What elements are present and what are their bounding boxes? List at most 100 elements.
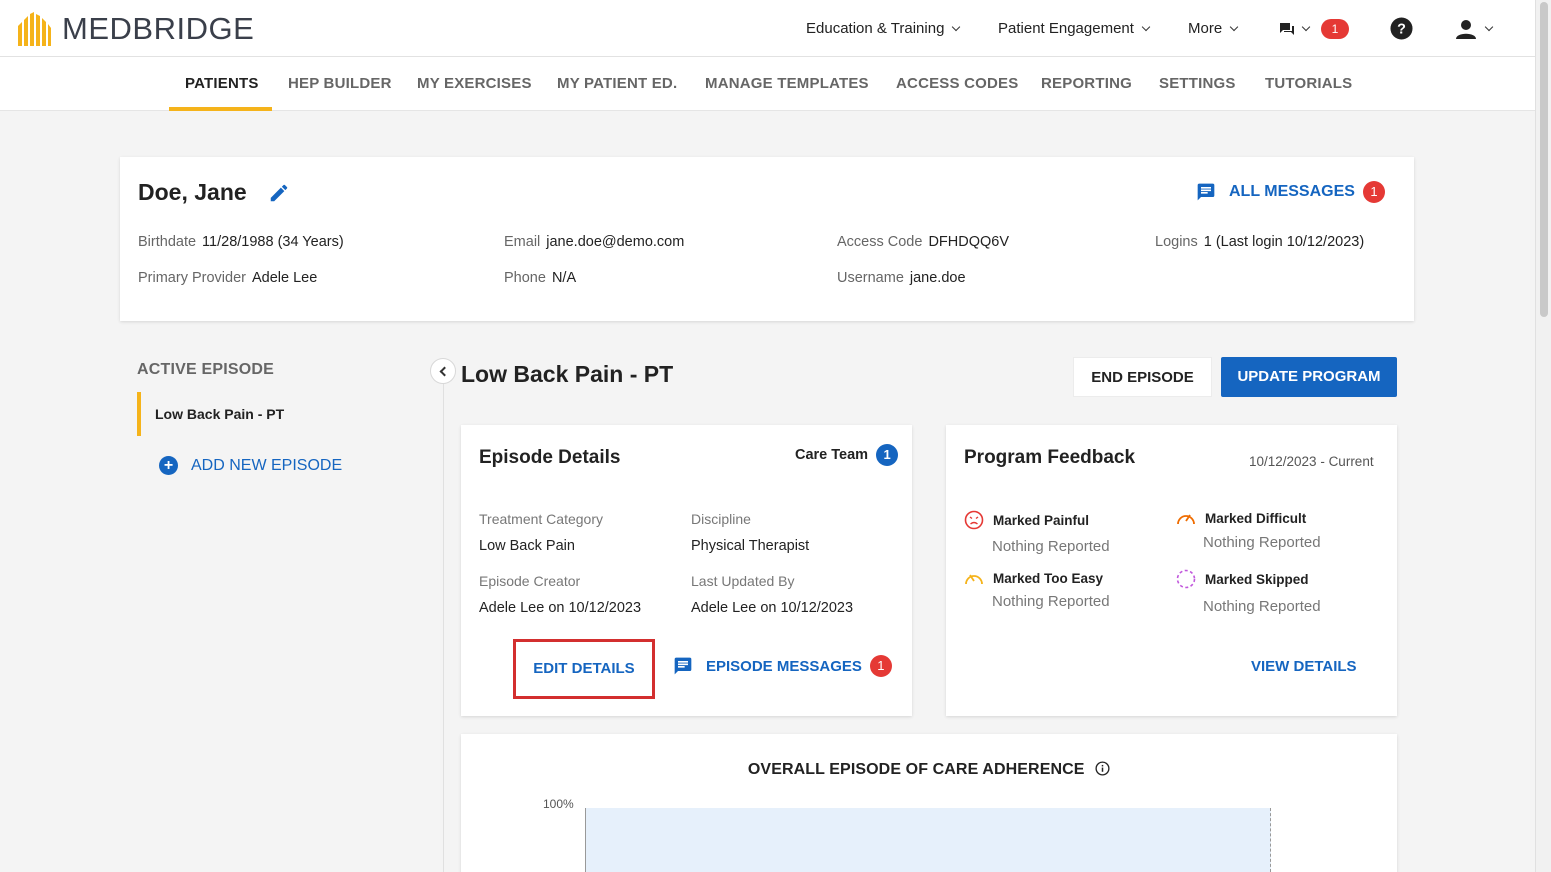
gauge-low-icon xyxy=(965,574,983,585)
messages-count-badge: 1 xyxy=(1321,18,1349,39)
last-updated-value: Adele Lee on 10/12/2023 xyxy=(691,600,854,616)
add-new-episode-button[interactable]: + ADD NEW EPISODE xyxy=(159,456,342,475)
discipline-value: Physical Therapist xyxy=(691,538,810,554)
episode-creator-label: Episode Creator xyxy=(479,573,581,589)
tab-tutorials[interactable]: TUTORIALS xyxy=(1265,57,1352,111)
username-field: Username jane.doe xyxy=(837,270,966,286)
tab-settings[interactable]: SETTINGS xyxy=(1159,57,1236,111)
message-icon xyxy=(1197,183,1215,201)
user-menu[interactable] xyxy=(1456,0,1494,57)
edit-details-button[interactable]: EDIT DETAILS xyxy=(513,639,655,699)
discipline-label: Discipline xyxy=(691,511,751,527)
main-tabs: PATIENTS HEP BUILDER MY EXERCISES MY PAT… xyxy=(0,57,1535,111)
chevron-down-icon xyxy=(1484,22,1494,31)
episode-title: Low Back Pain - PT xyxy=(461,361,674,387)
tab-patients[interactable]: PATIENTS xyxy=(185,57,259,111)
tab-manage-templates[interactable]: MANAGE TEMPLATES xyxy=(705,57,869,111)
episode-messages-count: 1 xyxy=(869,655,892,677)
chevron-down-icon xyxy=(1301,22,1311,31)
message-icon xyxy=(674,657,692,675)
episode-creator-value: Adele Lee on 10/12/2023 xyxy=(479,600,642,616)
birthdate-label: Birthdate xyxy=(138,234,197,250)
help-icon: ? xyxy=(1390,17,1413,40)
treatment-category-value: Low Back Pain xyxy=(479,538,575,554)
episode-messages-link[interactable]: EPISODE MESSAGES 1 xyxy=(673,655,892,677)
scrollbar-thumb[interactable] xyxy=(1540,2,1548,317)
patient-info-card: Doe, Jane ALL MESSAGES 1 Birthdate 11/28/… xyxy=(120,157,1414,321)
end-episode-button[interactable]: END EPISODE xyxy=(1073,357,1212,397)
episode-list-item-label: Low Back Pain - PT xyxy=(155,406,285,422)
medbridge-logo-icon xyxy=(18,12,51,46)
plus-icon: + xyxy=(159,456,178,475)
sad-face-icon xyxy=(964,510,984,530)
tab-reporting[interactable]: REPORTING xyxy=(1041,57,1132,111)
birthdate-value: 11/28/1988 (34 Years) xyxy=(202,234,344,250)
chevron-left-icon xyxy=(439,366,450,377)
episode-messages-label: EPISODE MESSAGES xyxy=(706,657,862,675)
care-team-count: 1 xyxy=(876,444,899,466)
nav-engagement-label: Patient Engagement xyxy=(998,20,1134,37)
add-new-episode-label: ADD NEW EPISODE xyxy=(191,456,343,474)
nav-more-label: More xyxy=(1188,20,1223,37)
treatment-category-label: Treatment Category xyxy=(479,511,603,527)
marked-painful-value: Nothing Reported xyxy=(992,538,1110,555)
provider-field: Primary Provider Adele Lee xyxy=(138,270,317,286)
active-tab-indicator xyxy=(169,107,272,111)
feedback-date-range: 10/12/2023 - Current xyxy=(1249,454,1374,469)
nav-education-label: Education & Training xyxy=(806,20,945,37)
access-code-value: DFHDQQ6V xyxy=(928,234,1010,250)
top-header: MEDBRIDGE Education & Training Patient E… xyxy=(0,0,1535,57)
gauge-high-icon xyxy=(1177,514,1195,525)
marked-painful-item: Marked Painful xyxy=(964,510,1089,530)
all-messages-label: ALL MESSAGES xyxy=(1229,183,1355,200)
adherence-title: OVERALL EPISODE OF CARE ADHERENCE xyxy=(747,761,1085,778)
nav-education-training[interactable]: Education & Training xyxy=(806,0,961,57)
logins-field: Logins 1 (Last login 10/12/2023) xyxy=(1155,234,1364,250)
collapse-sidebar-button[interactable] xyxy=(430,358,456,384)
medbridge-logo[interactable]: MEDBRIDGE xyxy=(16,11,254,47)
marked-difficult-item: Marked Difficult xyxy=(1176,509,1306,527)
logins-value: 1 (Last login 10/12/2023) xyxy=(1203,234,1365,250)
phone-value: N/A xyxy=(551,270,577,286)
update-program-button[interactable]: UPDATE PROGRAM xyxy=(1221,357,1397,397)
tab-access-codes[interactable]: ACCESS CODES xyxy=(896,57,1018,111)
chevron-down-icon xyxy=(1141,22,1151,31)
chat-icon xyxy=(1280,22,1294,35)
tab-hep-builder[interactable]: HEP BUILDER xyxy=(288,57,392,111)
column-divider xyxy=(443,380,444,872)
marked-too-easy-label: Marked Too Easy xyxy=(993,570,1104,586)
patient-name: Doe, Jane xyxy=(138,179,247,205)
marked-difficult-label: Marked Difficult xyxy=(1205,510,1307,526)
marked-too-easy-value: Nothing Reported xyxy=(992,593,1110,610)
nav-more[interactable]: More xyxy=(1188,0,1239,57)
username-value: jane.doe xyxy=(909,270,966,286)
messages-menu[interactable]: 1 xyxy=(1279,0,1349,57)
all-messages-count: 1 xyxy=(1362,181,1385,203)
help-button[interactable]: ? xyxy=(1390,0,1413,57)
email-value: jane.doe@demo.com xyxy=(546,234,685,250)
episode-details-title: Episode Details xyxy=(479,447,621,468)
access-code-label: Access Code xyxy=(837,234,923,250)
view-details-link[interactable]: VIEW DETAILS xyxy=(1251,658,1357,675)
brand-name: MEDBRIDGE xyxy=(62,11,255,46)
chevron-down-icon xyxy=(1229,22,1239,31)
program-feedback-card: Program Feedback 10/12/2023 - Current Ma… xyxy=(946,425,1397,716)
marked-skipped-item: Marked Skipped xyxy=(1176,569,1309,589)
edit-pencil-icon[interactable] xyxy=(268,182,290,204)
page-scrollbar[interactable] xyxy=(1535,0,1551,872)
birthdate-field: Birthdate 11/28/1988 (34 Years) xyxy=(138,234,344,250)
care-team-link[interactable]: Care Team 1 xyxy=(795,444,899,466)
active-episode-heading: ACTIVE EPISODE xyxy=(137,361,275,378)
nav-patient-engagement[interactable]: Patient Engagement xyxy=(998,0,1151,57)
tab-my-exercises[interactable]: MY EXERCISES xyxy=(417,57,532,111)
info-icon[interactable] xyxy=(1095,761,1110,776)
tab-my-patient-ed[interactable]: MY PATIENT ED. xyxy=(557,57,677,111)
svg-text:?: ? xyxy=(1397,21,1406,37)
username-label: Username xyxy=(837,270,904,286)
episode-list-item[interactable]: Low Back Pain - PT xyxy=(137,392,417,436)
y-axis-top-label: 100% xyxy=(543,797,574,811)
logins-label: Logins xyxy=(1155,234,1198,250)
user-icon xyxy=(1456,19,1476,39)
adherence-chart-area xyxy=(585,808,1271,872)
all-messages-link[interactable]: ALL MESSAGES 1 xyxy=(1196,181,1385,203)
